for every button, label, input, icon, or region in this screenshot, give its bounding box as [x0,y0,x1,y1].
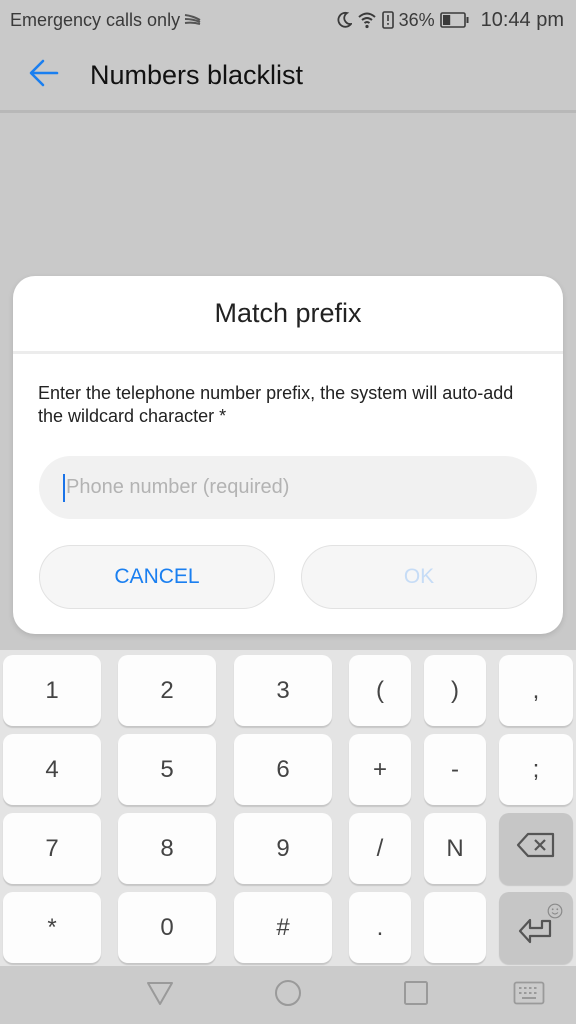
wifi-icon [357,11,377,29]
key-3[interactable]: 3 [234,655,332,726]
key-minus[interactable]: - [424,734,486,805]
key-open-paren[interactable]: ( [349,655,411,726]
key-space[interactable] [424,892,486,963]
key-8[interactable]: 8 [118,813,216,884]
battery-icon [439,12,470,28]
battery-percent: 36% [398,9,435,30]
moon-icon [336,11,352,29]
key-semicolon[interactable]: ; [499,734,573,805]
backspace-icon [516,831,556,866]
key-1[interactable]: 1 [3,655,101,726]
key-comma[interactable]: , [499,655,573,726]
key-plus[interactable]: + [349,734,411,805]
dialog-title: Match prefix [13,276,563,354]
key-0[interactable]: 0 [118,892,216,963]
carrier-text: Emergency calls only [10,9,181,30]
numeric-keyboard: 1 2 3 ( ) , 4 5 6 + - ; 7 8 9 / N * 0 # … [0,650,576,966]
page-title: Numbers blacklist [90,59,304,90]
key-9[interactable]: 9 [234,813,332,884]
key-period[interactable]: . [349,892,411,963]
battery-alert-icon [381,11,394,29]
nav-recents-button[interactable] [401,980,431,1010]
back-button[interactable] [14,45,74,105]
key-6[interactable]: 6 [234,734,332,805]
key-2[interactable]: 2 [118,655,216,726]
clock: 10:44 pm [480,8,564,31]
phone-number-input[interactable] [66,476,506,499]
key-n[interactable]: N [424,813,486,884]
phone-input-container[interactable] [39,456,537,519]
home-circle-icon [274,979,302,1012]
match-prefix-dialog: Match prefix Enter the telephone number … [13,276,563,634]
key-4[interactable]: 4 [3,734,101,805]
recents-square-icon [403,980,429,1011]
status-bar: Emergency calls only 36% 10:44 pm [0,0,576,40]
arrow-left-icon [28,57,60,94]
nav-home-button[interactable] [273,979,303,1012]
key-close-paren[interactable]: ) [424,655,486,726]
swiftkey-icon [184,13,202,27]
enter-key[interactable] [499,892,573,963]
key-asterisk[interactable]: * [3,892,101,963]
key-hash[interactable]: # [234,892,332,963]
nav-back-button[interactable] [145,980,175,1010]
dialog-message: Enter the telephone number prefix, the s… [38,383,514,426]
key-7[interactable]: 7 [3,813,101,884]
ok-button[interactable]: OK [301,545,537,609]
nav-keyboard-button[interactable] [512,980,546,1010]
app-bar: Numbers blacklist [0,40,576,113]
navigation-bar [0,966,576,1024]
status-right: 36% 10:44 pm [336,9,564,32]
back-triangle-icon [146,980,174,1011]
cancel-button[interactable]: CANCEL [39,545,275,609]
status-left: Emergency calls only [10,10,202,31]
smiley-icon [547,898,563,926]
key-slash[interactable]: / [349,813,411,884]
backspace-key[interactable] [499,813,573,884]
text-caret [63,473,65,502]
keyboard-icon [513,981,545,1010]
key-5[interactable]: 5 [118,734,216,805]
